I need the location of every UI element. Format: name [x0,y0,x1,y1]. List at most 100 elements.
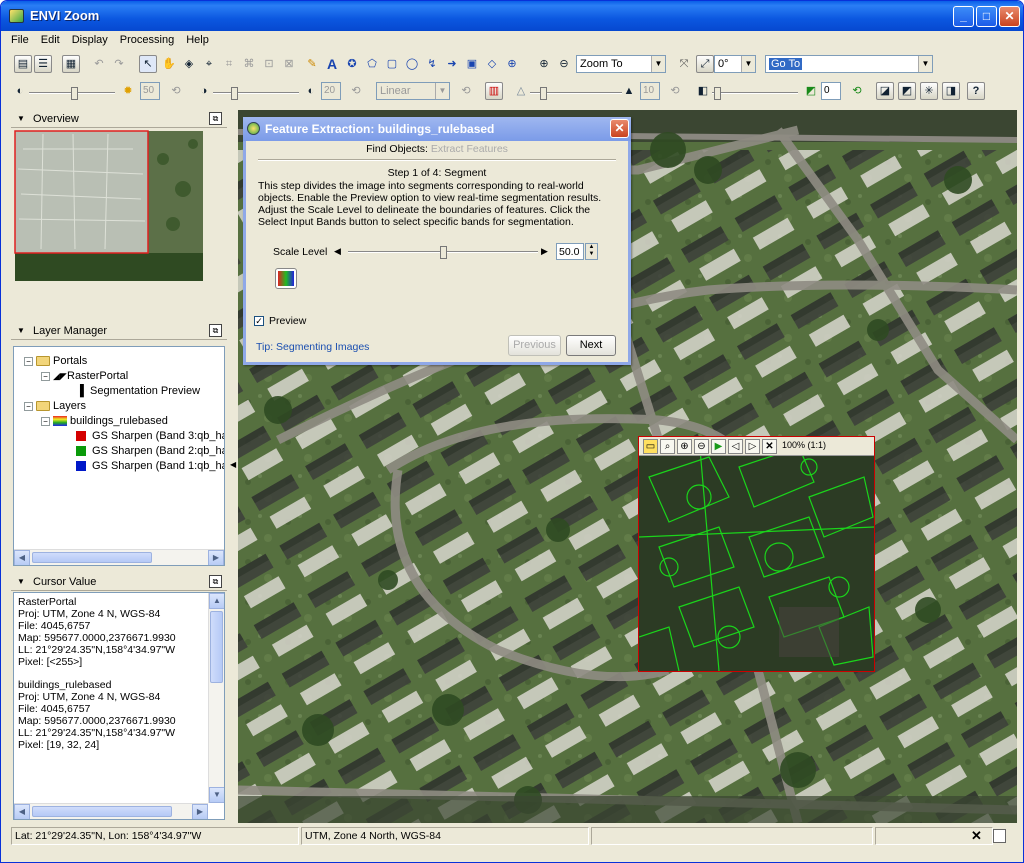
vector-join-icon[interactable]: ⊡ [260,55,278,73]
transparency-reset-icon[interactable]: ⟲ [848,82,866,100]
preview-next-icon[interactable]: ▷ [745,439,760,454]
transparency-slider-knob[interactable] [714,87,721,100]
status-cancel-icon[interactable]: ✕ [971,828,982,844]
cursor-value-hscroll[interactable]: ◀ ▶ [14,803,208,819]
contrast-value[interactable]: 20 [321,82,341,100]
scroll-left-icon[interactable]: ◀ [14,804,30,819]
rotation-select[interactable]: 0° ▼ [714,55,756,73]
scale-level-slider-knob[interactable] [439,246,447,259]
properties-icon[interactable]: ☰ [34,55,52,73]
tree-layers[interactable]: − Layers [24,399,86,414]
scroll-up-icon[interactable]: ▲ [209,593,224,609]
stretch-select[interactable]: Linear ▼ [376,82,450,100]
layer-manager-header[interactable]: ▼ Layer Manager ⧉ [11,322,227,340]
sharpen-slider-knob[interactable] [540,87,547,100]
scale-level-value[interactable]: 50.0 [556,243,584,260]
status-resize-icon[interactable] [993,829,1006,843]
brightness-reset-icon[interactable]: ⟲ [167,82,185,100]
preview-pan-icon[interactable]: ▭ [643,439,658,454]
menu-display[interactable]: Display [66,32,114,46]
previous-button[interactable]: Previous [508,335,561,356]
cursor-value-hscroll-thumb[interactable] [32,806,172,817]
mask-annotation-icon[interactable]: ◇ [483,55,501,73]
scale-level-slider[interactable] [348,246,538,259]
minimize-button[interactable]: _ [953,6,974,27]
tree-portals[interactable]: − Portals [24,354,87,369]
goto-input[interactable]: Go To ▼ [765,55,933,73]
scale-spinner-icon[interactable]: ▲ ▼ [585,243,598,260]
menu-processing[interactable]: Processing [114,32,180,46]
menu-file[interactable]: File [5,32,35,46]
scroll-down-icon[interactable]: ▼ [209,787,224,803]
sharpen-slider[interactable] [530,87,622,100]
sharpen-reset-icon[interactable]: ⟲ [666,82,684,100]
dialog-title-bar[interactable]: Feature Extraction: buildings_rulebased … [243,117,631,141]
arrow-annotation-icon[interactable]: ➜ [443,55,461,73]
polyline-annotation-icon[interactable]: ↯ [423,55,441,73]
layer-tree-hscroll[interactable]: ◀ ▶ [14,549,224,565]
menu-help[interactable]: Help [180,32,215,46]
dialog-close-button[interactable]: ✕ [610,119,629,138]
undo-icon[interactable]: ↶ [90,55,108,73]
contrast-slider[interactable] [213,87,299,100]
preview-zoom-icon[interactable]: ⌕ [660,439,675,454]
annotation-icon[interactable]: ✎ [303,55,321,73]
ellipse-annotation-icon[interactable]: ◯ [403,55,421,73]
tab-extract-features[interactable]: Extract Features [431,143,508,155]
pan-icon[interactable]: ✋ [160,55,178,73]
portal-icon[interactable]: ◨ [942,82,960,100]
tree-band-blue[interactable]: GS Sharpen (Band 1:qb_haw [76,459,224,474]
open-icon[interactable]: ▤ [14,55,32,73]
collapse-arrow-icon[interactable]: ◀ [230,460,236,469]
tree-raster-portal[interactable]: − ◢◤RasterPortal [41,369,128,384]
contrast-slider-knob[interactable] [231,87,238,100]
contrast-reset-icon[interactable]: ⟲ [347,82,365,100]
brightness-value[interactable]: 50 [140,82,160,100]
brightness-slider-knob[interactable] [71,87,78,100]
panel-splitter[interactable]: ◀ [229,110,238,823]
tab-find-objects[interactable]: Find Objects [366,143,425,155]
transparency-value[interactable]: 0 [821,82,841,100]
stretch-reset-icon[interactable]: ⟲ [457,82,475,100]
histogram-icon[interactable]: ▥ [485,82,503,100]
transparency-slider[interactable] [712,87,798,100]
collapse-triangle-icon[interactable]: ▼ [17,326,25,335]
maximize-button[interactable]: □ [976,6,997,27]
vector-edit-icon[interactable]: ⌘ [240,55,258,73]
next-button[interactable]: Next [566,335,616,356]
segmentation-preview-window[interactable]: ▭ ⌕ ⊕ ⊖ ▶ ◁ ▷ ✕ 100% (1:1) [638,436,875,672]
select-icon[interactable]: ↖ [139,55,157,73]
scale-increase-icon[interactable]: ▶ [541,246,548,257]
swipe-icon[interactable]: ◩ [898,82,916,100]
tree-band-green[interactable]: GS Sharpen (Band 2:qb_haw [76,444,224,459]
tree-layer-buildings[interactable]: − buildings_rulebased [41,414,168,429]
rotate-reset-icon[interactable]: ⤧ [675,55,693,73]
symbol-annotation-icon[interactable]: ✪ [343,55,361,73]
picture-annotation-icon[interactable]: ▣ [463,55,481,73]
fly-icon[interactable]: ◈ [180,55,198,73]
save-icon[interactable]: ▦ [62,55,80,73]
cursor-value-vscroll[interactable]: ▲ ▼ [208,593,224,803]
blend-icon[interactable]: ✳ [920,82,938,100]
preview-checkbox[interactable]: ✓ [254,316,264,326]
preview-zoom-out-icon[interactable]: ⊖ [694,439,709,454]
preview-prev-icon[interactable]: ◁ [728,439,743,454]
tree-segmentation-preview[interactable]: ▐ Segmentation Preview [76,384,200,399]
layer-tree-hscroll-thumb[interactable] [32,552,152,563]
collapse-triangle-icon[interactable]: ▼ [17,114,25,123]
help-icon[interactable]: ? [967,82,985,100]
scroll-right-icon[interactable]: ▶ [192,804,208,819]
overview-image[interactable] [13,129,225,317]
scale-decrease-icon[interactable]: ◀ [334,246,341,257]
crosshair-icon[interactable]: ⌖ [200,55,218,73]
select-input-bands-icon[interactable] [275,268,297,289]
preview-close-icon[interactable]: ✕ [762,439,777,454]
menu-edit[interactable]: Edit [35,32,66,46]
cursor-value-header[interactable]: ▼ Cursor Value ⧉ [11,573,227,591]
area-icon[interactable]: ⊕ [503,55,521,73]
tree-band-red[interactable]: GS Sharpen (Band 3:qb_haw [76,429,224,444]
polygon-annotation-icon[interactable]: ⬠ [363,55,381,73]
collapse-triangle-icon[interactable]: ▼ [17,577,25,586]
redo-icon[interactable]: ↷ [110,55,128,73]
preview-play-icon[interactable]: ▶ [711,439,726,454]
